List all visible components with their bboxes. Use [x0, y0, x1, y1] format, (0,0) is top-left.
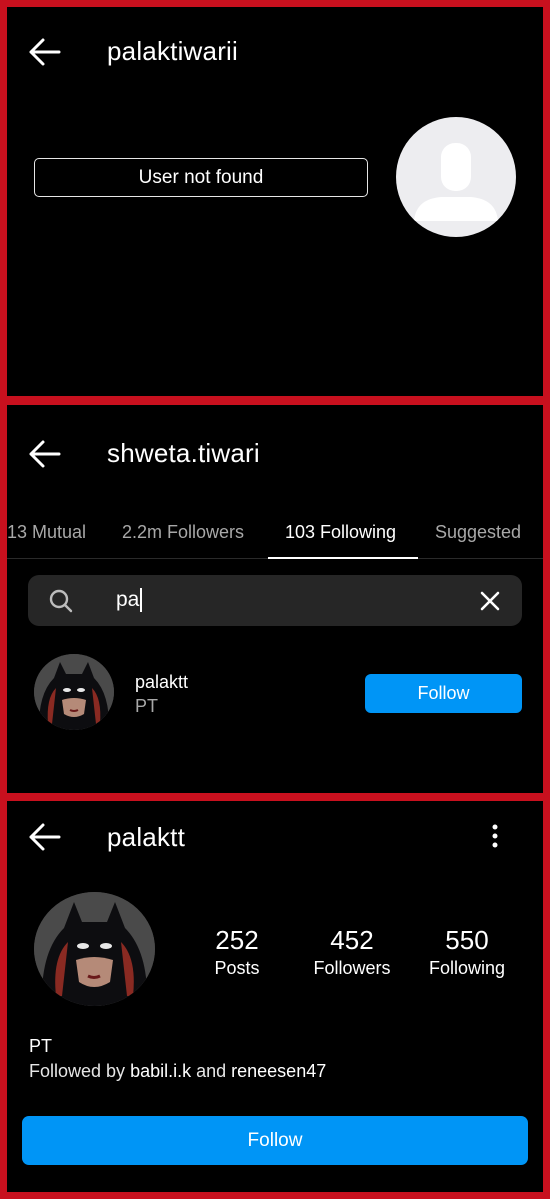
back-arrow-icon[interactable]	[25, 817, 65, 857]
bio-name: PT	[29, 1036, 53, 1056]
tab-suggested[interactable]: Suggested	[435, 505, 521, 559]
followers-stat[interactable]: 452 Followers	[297, 925, 407, 979]
page-title: palaktt	[107, 822, 186, 852]
user-not-found-message: User not found	[34, 158, 368, 197]
posts-stat: 252 Posts	[182, 925, 292, 979]
followed-by-joiner: and	[191, 1061, 232, 1081]
followed-by-text[interactable]: Followed by babil.i.k and reneesen47	[29, 1061, 326, 1082]
posts-label: Posts	[214, 958, 260, 978]
profile-not-found-panel: palaktiwarii User not found	[7, 7, 543, 396]
following-count: 550	[445, 925, 489, 955]
following-stat[interactable]: 550 Following	[412, 925, 522, 979]
search-icon	[49, 589, 73, 613]
following-search-panel: shweta.tiwari 13 Mutual 2.2m Followers 1…	[7, 405, 543, 793]
tab-bar: 13 Mutual 2.2m Followers 103 Following S…	[7, 505, 543, 559]
posts-count: 252	[215, 925, 259, 955]
back-arrow-icon[interactable]	[25, 32, 65, 72]
profile-panel: palaktt 252 Posts 452 Followers 550 Foll…	[7, 801, 543, 1192]
following-label: Following	[428, 958, 506, 978]
follow-button[interactable]: Follow	[365, 674, 522, 713]
avatar[interactable]	[34, 892, 155, 1006]
avatar[interactable]	[34, 654, 114, 730]
mutual-user-1[interactable]: babil.i.k	[130, 1061, 191, 1081]
tab-following[interactable]: 103 Following	[285, 505, 396, 559]
search-input[interactable]: pa	[28, 575, 522, 626]
active-tab-indicator	[268, 557, 418, 559]
mutual-user-2[interactable]: reneesen47	[231, 1061, 326, 1081]
back-arrow-icon[interactable]	[25, 434, 65, 474]
follow-button[interactable]: Follow	[22, 1116, 528, 1165]
tab-followers[interactable]: 2.2m Followers	[122, 505, 244, 559]
search-value: pa	[116, 588, 140, 611]
default-avatar	[396, 117, 516, 237]
page-title: palaktiwarii	[107, 36, 239, 66]
result-fullname: PT	[135, 696, 159, 716]
followers-label: Followers	[313, 958, 391, 978]
close-icon[interactable]	[476, 587, 504, 615]
tab-mutual[interactable]: 13 Mutual	[7, 505, 86, 559]
followed-by-prefix: Followed by	[29, 1061, 131, 1081]
followers-count: 452	[330, 925, 374, 955]
more-vertical-icon[interactable]	[485, 823, 505, 851]
page-title: shweta.tiwari	[107, 438, 260, 468]
result-username[interactable]: palaktt	[135, 672, 188, 693]
